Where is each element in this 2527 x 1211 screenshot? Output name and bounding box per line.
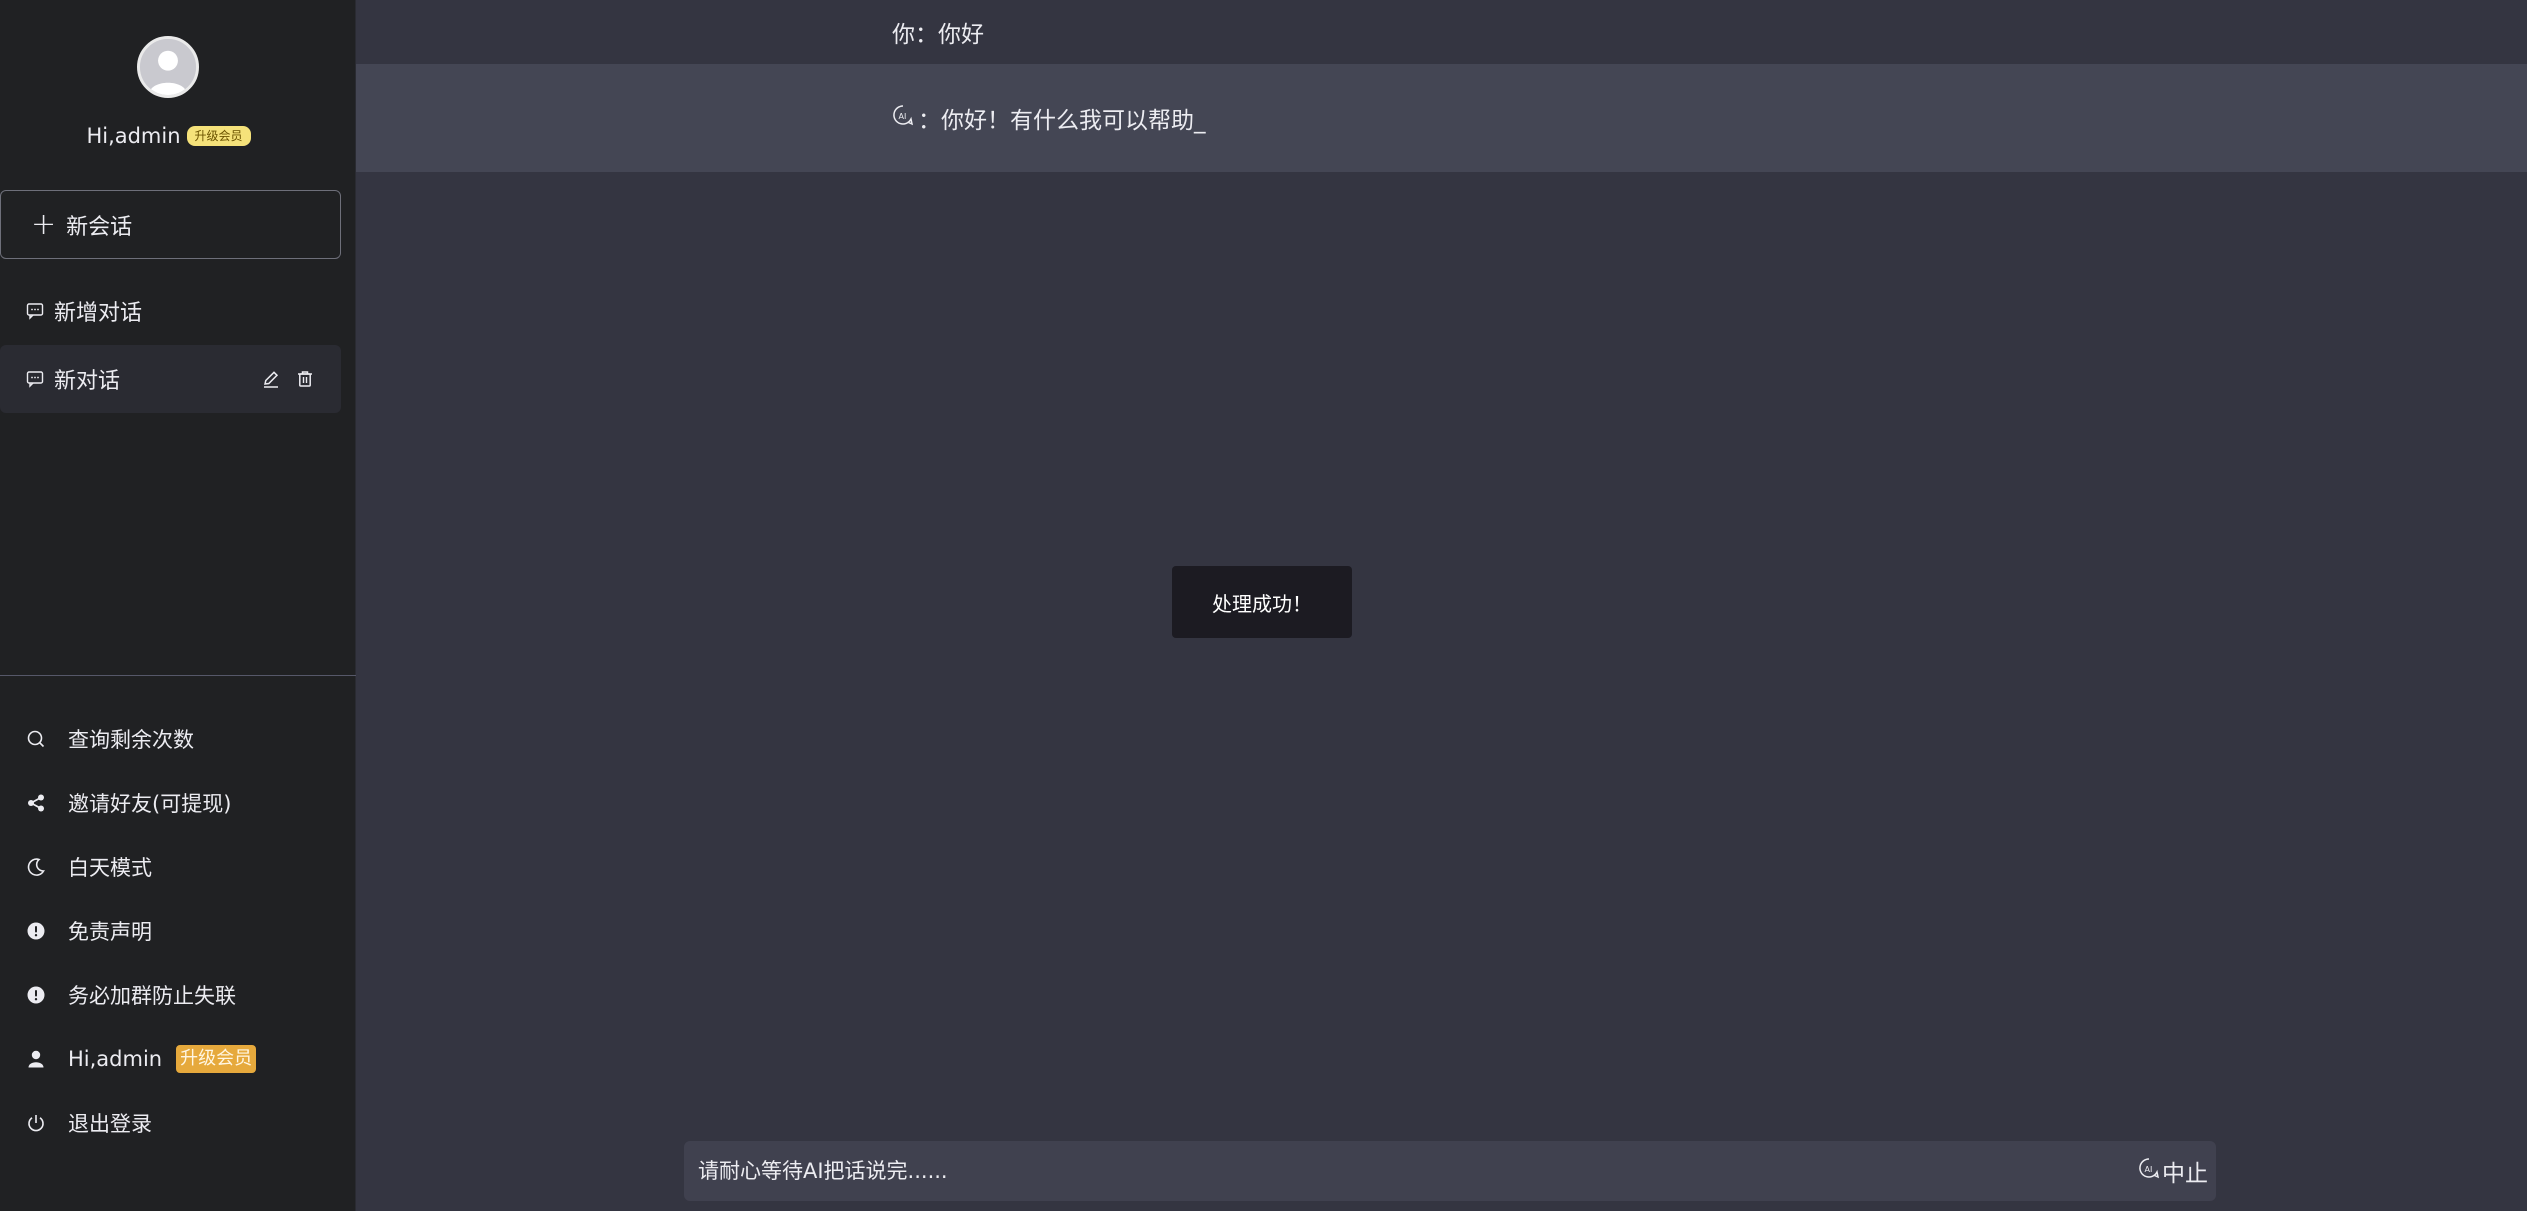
toast-text: 处理成功！ (1212, 591, 1312, 616)
chat-input[interactable] (698, 1159, 2138, 1183)
ai-avatar-icon: AI (892, 104, 916, 132)
conversation-actions (261, 369, 315, 389)
sidebar-divider (0, 675, 356, 676)
conversation-item-active[interactable]: 新对话 (0, 345, 341, 413)
user-avatar-icon (140, 39, 196, 95)
vip-badge[interactable]: 升级会员 (176, 1045, 257, 1073)
success-toast: 处理成功！ (1172, 566, 1352, 638)
conversation-label: 新增对话 (54, 301, 143, 326)
menu-item-invite-friends[interactable]: 邀请好友(可提现) (0, 771, 356, 835)
app-window: Hi,admin 升级会员 + 新会话 新增对话 新对话 查询剩余次数 邀请好友… (0, 0, 2527, 1211)
alert-icon (26, 921, 46, 941)
chat-input-bar: AI 中止 (684, 1141, 2216, 1201)
plus-icon: + (31, 206, 57, 242)
conversation-label: 新对话 (54, 369, 121, 394)
stop-button-label: 中止 (2162, 1161, 2208, 1187)
power-icon (26, 1113, 46, 1133)
user-icon (26, 1049, 46, 1069)
user-message-row: 你：你好 (356, 0, 2527, 64)
menu-item-label: 务必加群防止失联 (68, 984, 236, 1008)
menu-item-join-group[interactable]: 务必加群防止失联 (0, 963, 356, 1027)
user-message-text: 你：你好 (892, 22, 984, 48)
moon-icon (26, 857, 46, 877)
menu-item-logout[interactable]: 退出登录 (0, 1091, 356, 1155)
menu-item-label: 查询剩余次数 (68, 728, 194, 752)
conversation-item[interactable]: 新增对话 (0, 277, 341, 345)
avatar[interactable] (137, 36, 199, 98)
new-chat-label: 新会话 (66, 214, 133, 240)
new-chat-button[interactable]: + 新会话 (0, 190, 341, 259)
vip-badge-small[interactable]: 升级会员 (186, 126, 251, 146)
ai-message-text: ：你好！有什么我可以帮助_ (918, 108, 1206, 134)
menu-item-label: 免责声明 (68, 920, 152, 944)
chat-bubble-icon (26, 370, 44, 388)
menu-item-user[interactable]: Hi,admin 升级会员 (0, 1027, 356, 1091)
chat-main: 你：你好 AI ：你好！有什么我可以帮助_ 处理成功！ AI 中止 (356, 0, 2527, 1211)
trash-icon[interactable] (295, 369, 315, 389)
sidebar-menu: 查询剩余次数 邀请好友(可提现) 白天模式 免责声明 务必加群防止失联 Hi,a… (0, 707, 356, 1155)
ai-avatar-icon: AI (2138, 1157, 2160, 1185)
chat-bubble-icon (26, 302, 44, 320)
menu-item-label: 白天模式 (68, 856, 152, 880)
edit-icon[interactable] (261, 369, 281, 389)
search-icon (26, 729, 46, 749)
menu-item-query-remaining[interactable]: 查询剩余次数 (0, 707, 356, 771)
svg-text:AI: AI (2145, 1165, 2153, 1174)
menu-item-day-mode[interactable]: 白天模式 (0, 835, 356, 899)
svg-text:AI: AI (899, 112, 907, 121)
menu-item-label: Hi,admin (68, 1047, 163, 1071)
stop-button[interactable]: AI 中止 (2138, 1154, 2208, 1188)
ai-message-row: AI ：你好！有什么我可以帮助_ (356, 64, 2527, 172)
alert-icon (26, 985, 46, 1005)
sidebar: Hi,admin 升级会员 + 新会话 新增对话 新对话 查询剩余次数 邀请好友… (0, 0, 356, 1211)
user-greeting-text: Hi,admin (86, 124, 181, 148)
menu-item-label: 退出登录 (68, 1112, 152, 1136)
conversation-list: 新增对话 新对话 (0, 277, 341, 413)
share-icon (26, 793, 46, 813)
menu-item-disclaimer[interactable]: 免责声明 (0, 899, 356, 963)
menu-item-label: 邀请好友(可提现) (68, 792, 232, 816)
user-greeting: Hi,admin 升级会员 (0, 124, 337, 148)
